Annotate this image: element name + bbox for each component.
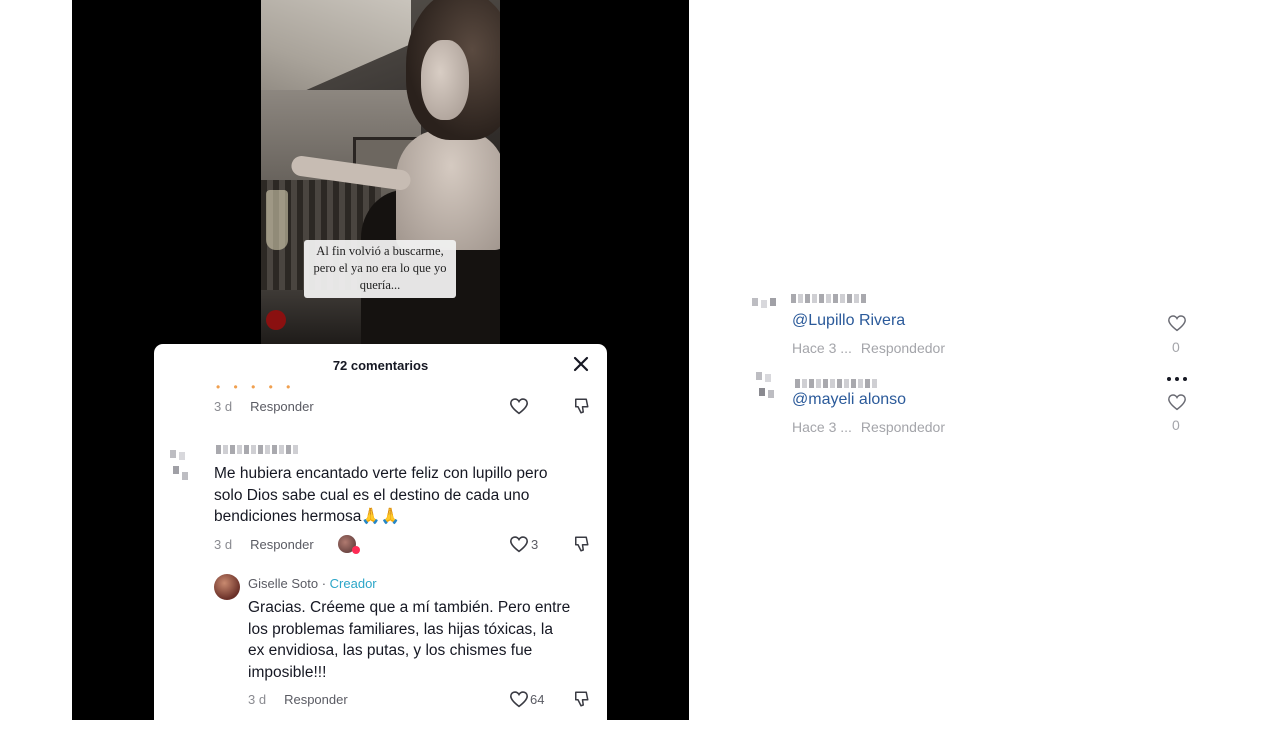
- comment-meta: Hace 3 ... Respondedor: [792, 419, 945, 435]
- reply-line: los problemas familiares, las hijas tóxi…: [248, 620, 553, 638]
- comment-line: Me hubiera encantado verte feliz con lup…: [214, 465, 548, 482]
- creator-badge: Creador: [329, 576, 377, 591]
- heart-icon[interactable]: [1167, 393, 1187, 411]
- author-name[interactable]: Giselle Soto: [248, 576, 318, 591]
- like-count: 64: [530, 692, 545, 707]
- avatar[interactable]: [170, 450, 196, 484]
- creator-liked-avatar: [338, 535, 360, 554]
- comment-meta: 3 d Responder: [214, 399, 314, 414]
- caption-line: pero el ya no era lo que yo: [313, 261, 447, 275]
- comment-meta: Hace 3 ... Respondedor: [792, 340, 945, 356]
- username-blurred[interactable]: [216, 445, 298, 454]
- wine-glass: [266, 190, 288, 250]
- comment-text: Me hubiera encantado verte feliz con lup…: [214, 463, 594, 528]
- reply-button[interactable]: Respondedor: [861, 340, 945, 356]
- comments-sheet: 72 comentarios • • • • • 3 d Responder Me…: [154, 344, 607, 744]
- separator: ·: [318, 576, 330, 591]
- comment-time: Hace 3 ...: [792, 419, 852, 435]
- reply-meta: 3 d Responder: [248, 692, 348, 707]
- heart-icon[interactable]: [509, 690, 529, 708]
- comment-time: Hace 3 ...: [792, 340, 852, 356]
- avatar[interactable]: [756, 372, 782, 406]
- video-frame[interactable]: Al fin volvió a buscarme, pero el ya no …: [261, 0, 500, 345]
- caption-line: quería...: [359, 278, 401, 292]
- caption-line: Al fin volvió a buscarme,: [316, 244, 444, 258]
- reply-button[interactable]: Responder: [250, 399, 314, 414]
- username-blurred[interactable]: [791, 294, 866, 303]
- video-caption: Al fin volvió a buscarme, pero el ya no …: [304, 240, 456, 298]
- shoulder: [396, 130, 500, 250]
- emoji-row: • • • • •: [216, 380, 296, 394]
- heart-icon[interactable]: [509, 535, 529, 553]
- dislike-icon[interactable]: [572, 535, 590, 553]
- heart-icon[interactable]: [509, 397, 529, 415]
- like-count: 0: [1172, 417, 1180, 433]
- face: [421, 40, 469, 120]
- dislike-icon[interactable]: [572, 690, 590, 708]
- reply-button[interactable]: Responder: [284, 692, 348, 707]
- comment-line: solo Dios sabe cual es el destino de cad…: [214, 486, 530, 504]
- reply-line: ex envidiosa, las putas, y los chismes f…: [248, 642, 533, 659]
- mention-link[interactable]: @mayeli alonso: [792, 391, 906, 409]
- comment-line: bendiciones hermosa🙏🙏: [214, 508, 400, 525]
- reply-line: imposible!!!: [248, 663, 327, 681]
- like-count: 0: [1172, 339, 1180, 355]
- reply-text: Gracias. Créeme que a mí también. Pero e…: [248, 597, 603, 683]
- username-blurred[interactable]: [795, 379, 877, 388]
- heart-icon[interactable]: [1167, 314, 1187, 332]
- rose: [266, 310, 286, 330]
- comment-time: 3 d: [214, 399, 233, 414]
- comment-time: 3 d: [214, 537, 233, 552]
- more-icon[interactable]: [1165, 375, 1189, 383]
- reply-author[interactable]: Giselle Soto · Creador: [248, 576, 377, 591]
- comments-count-title: 72 comentarios: [332, 358, 429, 373]
- like-count: 3: [531, 537, 539, 552]
- close-icon[interactable]: [572, 355, 590, 373]
- avatar[interactable]: [752, 296, 778, 330]
- mention-link[interactable]: @Lupillo Rivera: [792, 312, 905, 330]
- creator-avatar[interactable]: [214, 574, 240, 600]
- dislike-icon[interactable]: [572, 397, 590, 415]
- reply-button[interactable]: Responder: [250, 537, 314, 552]
- reply-button[interactable]: Respondedor: [861, 419, 945, 435]
- reply-line: Gracias. Créeme que a mí también. Pero e…: [248, 599, 571, 616]
- comment-meta: 3 d Responder: [214, 537, 314, 552]
- reply-time: 3 d: [248, 692, 267, 707]
